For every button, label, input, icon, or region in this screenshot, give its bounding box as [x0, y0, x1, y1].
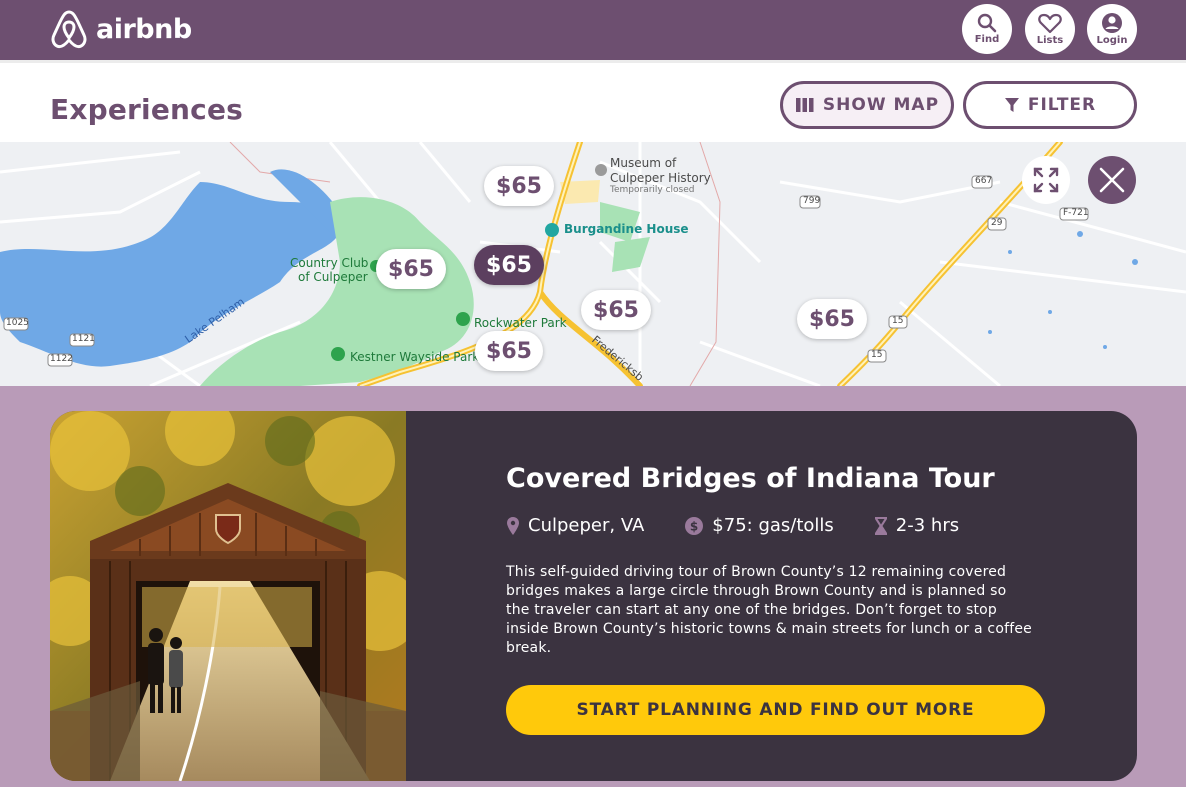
- price-pin-active[interactable]: $65: [474, 245, 544, 285]
- cost-text: $75: gas/tolls: [712, 515, 834, 536]
- duration-info: 2-3 hrs: [874, 515, 959, 536]
- find-button[interactable]: Find: [962, 4, 1012, 54]
- show-map-label: SHOW MAP: [822, 95, 940, 115]
- map-shield-667: 667: [975, 176, 993, 186]
- map-shield-f721: F-721: [1063, 208, 1089, 218]
- filter-label: FILTER: [1027, 95, 1097, 115]
- price-pin[interactable]: $65: [484, 166, 554, 206]
- expand-map-button[interactable]: [1022, 156, 1070, 204]
- price-pin[interactable]: $65: [797, 299, 867, 339]
- price-pin[interactable]: $65: [581, 290, 651, 330]
- filter-button[interactable]: FILTER: [963, 81, 1137, 129]
- lists-button[interactable]: Lists: [1025, 4, 1075, 54]
- map-shield-29: 29: [991, 218, 1003, 228]
- map-background: [0, 142, 1186, 386]
- duration-text: 2-3 hrs: [895, 515, 960, 536]
- heart-icon: [1038, 13, 1062, 33]
- map-shield-1122: 1122: [50, 354, 73, 364]
- map-shield-1025: 1025: [6, 318, 29, 328]
- map-label-country-club: Country Club: [290, 256, 369, 270]
- search-icon: [977, 13, 997, 33]
- map-columns-icon: [795, 98, 814, 112]
- map-label-museum-status: Temporarily closed: [610, 185, 695, 195]
- covered-bridge-photo: [50, 411, 406, 781]
- experience-section: Covered Bridges of Indiana Tour Culpeper…: [0, 386, 1186, 787]
- experience-title: Covered Bridges of Indiana Tour: [506, 463, 995, 494]
- map-shield-1121: 1121: [72, 334, 95, 344]
- svg-text:$: $: [690, 519, 698, 533]
- price-pin[interactable]: $65: [376, 249, 446, 289]
- close-icon: [1099, 167, 1125, 193]
- close-map-button[interactable]: [1088, 156, 1136, 204]
- experience-description: This self-guided driving tour of Brown C…: [506, 564, 1032, 656]
- location-text: Culpeper, VA: [528, 515, 645, 536]
- map-label-kestner: Kestner Wayside Park: [350, 350, 480, 364]
- start-planning-button[interactable]: START PLANNING AND FIND OUT MORE: [506, 685, 1045, 735]
- show-map-button[interactable]: SHOW MAP: [780, 81, 954, 129]
- experience-meta: Culpeper, VA $ $75: gas/tolls 2-3 hrs: [506, 515, 999, 536]
- airbnb-logo[interactable]: airbnb: [48, 8, 192, 50]
- page-title: Experiences: [50, 93, 244, 126]
- top-nav-bar: airbnb Find Lists Login: [0, 0, 1186, 60]
- hourglass-icon: [874, 516, 887, 535]
- map-label-museum: Museum of: [610, 156, 677, 170]
- location-info: Culpeper, VA: [506, 515, 644, 536]
- brand-name: airbnb: [96, 13, 192, 45]
- find-label: Find: [974, 34, 1000, 45]
- lists-label: Lists: [1036, 34, 1064, 46]
- map-label-burgandine: Burgandine House: [564, 222, 689, 236]
- map-label-country-club-2: of Culpeper: [298, 270, 368, 284]
- map-view[interactable]: Museum of Culpeper History Temporarily c…: [0, 142, 1186, 386]
- map-shield-15a: 15: [892, 316, 904, 326]
- expand-icon: [1033, 167, 1059, 193]
- experience-card: Covered Bridges of Indiana Tour Culpeper…: [50, 411, 1137, 781]
- dollar-coin-icon: $: [685, 516, 704, 535]
- filter-icon: [1004, 98, 1019, 112]
- page-header: Experiences SHOW MAP FILTER: [0, 60, 1186, 142]
- user-icon: [1102, 13, 1122, 33]
- map-shield-15b: 15: [871, 350, 883, 360]
- price-pin[interactable]: $65: [475, 331, 543, 371]
- map-label-museum-2: Culpeper History: [610, 171, 711, 185]
- map-label-rockwater: Rockwater Park: [474, 316, 567, 330]
- map-shield-799: 799: [803, 196, 821, 206]
- airbnb-logo-icon: [51, 10, 87, 49]
- login-button[interactable]: Login: [1087, 4, 1137, 54]
- location-pin-icon: [507, 516, 519, 535]
- login-label: Login: [1096, 35, 1128, 46]
- cost-info: $ $75: gas/tolls: [684, 515, 834, 536]
